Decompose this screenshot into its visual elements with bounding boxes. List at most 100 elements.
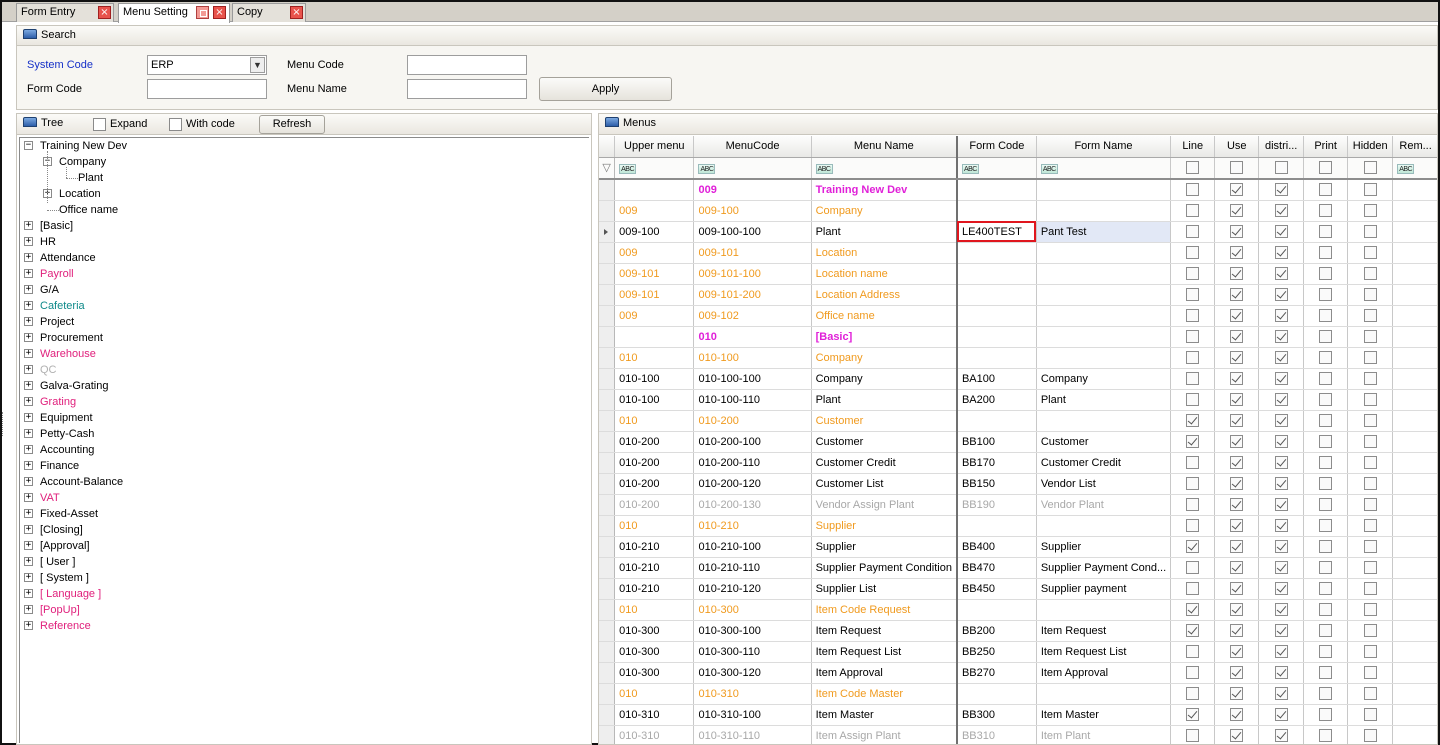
cell-form-name[interactable] <box>1036 263 1172 285</box>
cell-use[interactable] <box>1214 305 1260 327</box>
filter-use[interactable] <box>1214 157 1260 180</box>
cell-upper-menu[interactable]: 010 <box>614 683 695 705</box>
cell-hidden[interactable] <box>1347 494 1394 516</box>
cell-form-code[interactable] <box>956 599 1037 621</box>
cell-use[interactable] <box>1214 326 1260 348</box>
cell-line[interactable] <box>1170 557 1216 579</box>
checkbox[interactable] <box>1319 246 1333 259</box>
checked-checkbox[interactable] <box>1186 414 1200 427</box>
checked-checkbox[interactable] <box>1230 435 1244 448</box>
cell-menu-name[interactable]: Customer Credit <box>811 452 958 474</box>
cell-line[interactable] <box>1170 599 1216 621</box>
checkbox[interactable] <box>1186 456 1200 469</box>
cell-print[interactable] <box>1303 599 1349 621</box>
cell-remark[interactable] <box>1392 284 1437 306</box>
cell-distri[interactable] <box>1258 494 1305 516</box>
checkbox[interactable] <box>1319 666 1333 679</box>
cell-distri[interactable] <box>1258 557 1305 579</box>
checkbox[interactable] <box>1186 246 1200 259</box>
cell-line[interactable] <box>1170 473 1216 495</box>
row-header[interactable] <box>599 536 616 558</box>
checked-checkbox[interactable] <box>1186 435 1200 448</box>
checkbox[interactable] <box>1319 603 1333 616</box>
cell-print[interactable] <box>1303 494 1349 516</box>
row-header[interactable] <box>599 662 616 684</box>
cell-hidden[interactable] <box>1347 326 1394 348</box>
cell-menu-name[interactable]: Supplier <box>811 515 958 537</box>
cell-remark[interactable] <box>1392 725 1437 744</box>
cell-hidden[interactable] <box>1347 221 1394 243</box>
checkbox[interactable] <box>1319 288 1333 301</box>
expand-icon[interactable]: + <box>24 269 33 278</box>
expand-icon[interactable]: + <box>24 525 33 534</box>
cell-form-code[interactable] <box>956 200 1037 222</box>
cell-hidden[interactable] <box>1347 536 1394 558</box>
cell-form-name[interactable]: Pant Test <box>1036 221 1172 243</box>
tree-node[interactable]: − Company <box>20 154 580 170</box>
checked-checkbox[interactable] <box>1230 519 1244 532</box>
checkbox[interactable] <box>1319 393 1333 406</box>
cell-use[interactable] <box>1214 410 1260 432</box>
cell-menu-name[interactable]: Item Request List <box>811 641 958 663</box>
cell-distri[interactable] <box>1258 431 1305 453</box>
cell-hidden[interactable] <box>1347 179 1394 201</box>
checkbox[interactable] <box>1186 372 1200 385</box>
checkbox[interactable] <box>1319 582 1333 595</box>
cell-form-name[interactable]: Item Master <box>1036 704 1172 726</box>
checked-checkbox[interactable] <box>1230 393 1244 406</box>
column-header-menu-code[interactable]: MenuCode <box>693 136 812 158</box>
expand-icon[interactable]: + <box>24 285 33 294</box>
checkbox[interactable] <box>1186 561 1200 574</box>
tree-node[interactable]: + Galva-Grating <box>20 378 580 394</box>
checked-checkbox[interactable] <box>1230 183 1244 197</box>
close-icon[interactable]: × <box>213 6 226 19</box>
row-header[interactable] <box>599 431 616 453</box>
tree-node[interactable]: + Grating <box>20 394 580 410</box>
expand-icon[interactable]: + <box>24 573 33 582</box>
cell-form-name[interactable] <box>1036 179 1172 201</box>
cell-use[interactable] <box>1214 515 1260 537</box>
checkbox[interactable] <box>1319 561 1333 574</box>
table-row[interactable]: 010-310 010-310-110 Item Assign Plant BB310… <box>599 725 1437 744</box>
table-row[interactable]: 009 009-100 Company <box>599 200 1437 222</box>
row-header[interactable] <box>599 200 616 222</box>
tree-node[interactable]: + QC <box>20 362 580 378</box>
cell-print[interactable] <box>1303 389 1349 411</box>
cell-print[interactable] <box>1303 620 1349 642</box>
cell-menu-code[interactable]: 010-310-110 <box>693 725 812 744</box>
cell-print[interactable] <box>1303 641 1349 663</box>
checkbox[interactable] <box>1363 204 1377 217</box>
cell-menu-code[interactable]: 010-200-130 <box>693 494 812 516</box>
cell-upper-menu[interactable]: 009-100 <box>614 221 695 243</box>
cell-menu-code[interactable]: 010-300 <box>693 599 812 621</box>
cell-line[interactable] <box>1170 347 1216 369</box>
expand-icon[interactable]: + <box>24 381 33 390</box>
tree-node[interactable]: Plant <box>20 170 580 186</box>
checkbox[interactable] <box>1319 204 1333 217</box>
cell-form-code[interactable]: BB400 <box>956 536 1037 558</box>
restore-icon[interactable] <box>196 6 209 19</box>
tree-node[interactable]: − Training New Dev <box>20 138 580 154</box>
tree-node[interactable]: + Finance <box>20 458 580 474</box>
cell-print[interactable] <box>1303 347 1349 369</box>
cell-print[interactable] <box>1303 263 1349 285</box>
cell-form-code[interactable]: BB450 <box>956 578 1037 600</box>
system-code-select[interactable]: ERP ▼ <box>147 55 267 75</box>
checkbox[interactable] <box>1319 729 1333 742</box>
cell-line[interactable] <box>1170 662 1216 684</box>
cell-distri[interactable] <box>1258 662 1305 684</box>
table-row[interactable]: 010-300 010-300-100 Item Request BB200 Item … <box>599 620 1437 642</box>
tree-node[interactable]: + Location <box>20 186 580 202</box>
cell-line[interactable] <box>1170 305 1216 327</box>
cell-line[interactable] <box>1170 284 1216 306</box>
cell-use[interactable] <box>1214 284 1260 306</box>
cell-remark[interactable] <box>1392 515 1437 537</box>
cell-form-name[interactable] <box>1036 200 1172 222</box>
cell-print[interactable] <box>1303 368 1349 390</box>
cell-form-name[interactable] <box>1036 305 1172 327</box>
expand-icon[interactable]: + <box>24 397 33 406</box>
checkbox[interactable] <box>1363 498 1377 511</box>
tree-node[interactable]: + HR <box>20 234 580 250</box>
cell-use[interactable] <box>1214 683 1260 705</box>
cell-remark[interactable] <box>1392 263 1437 285</box>
